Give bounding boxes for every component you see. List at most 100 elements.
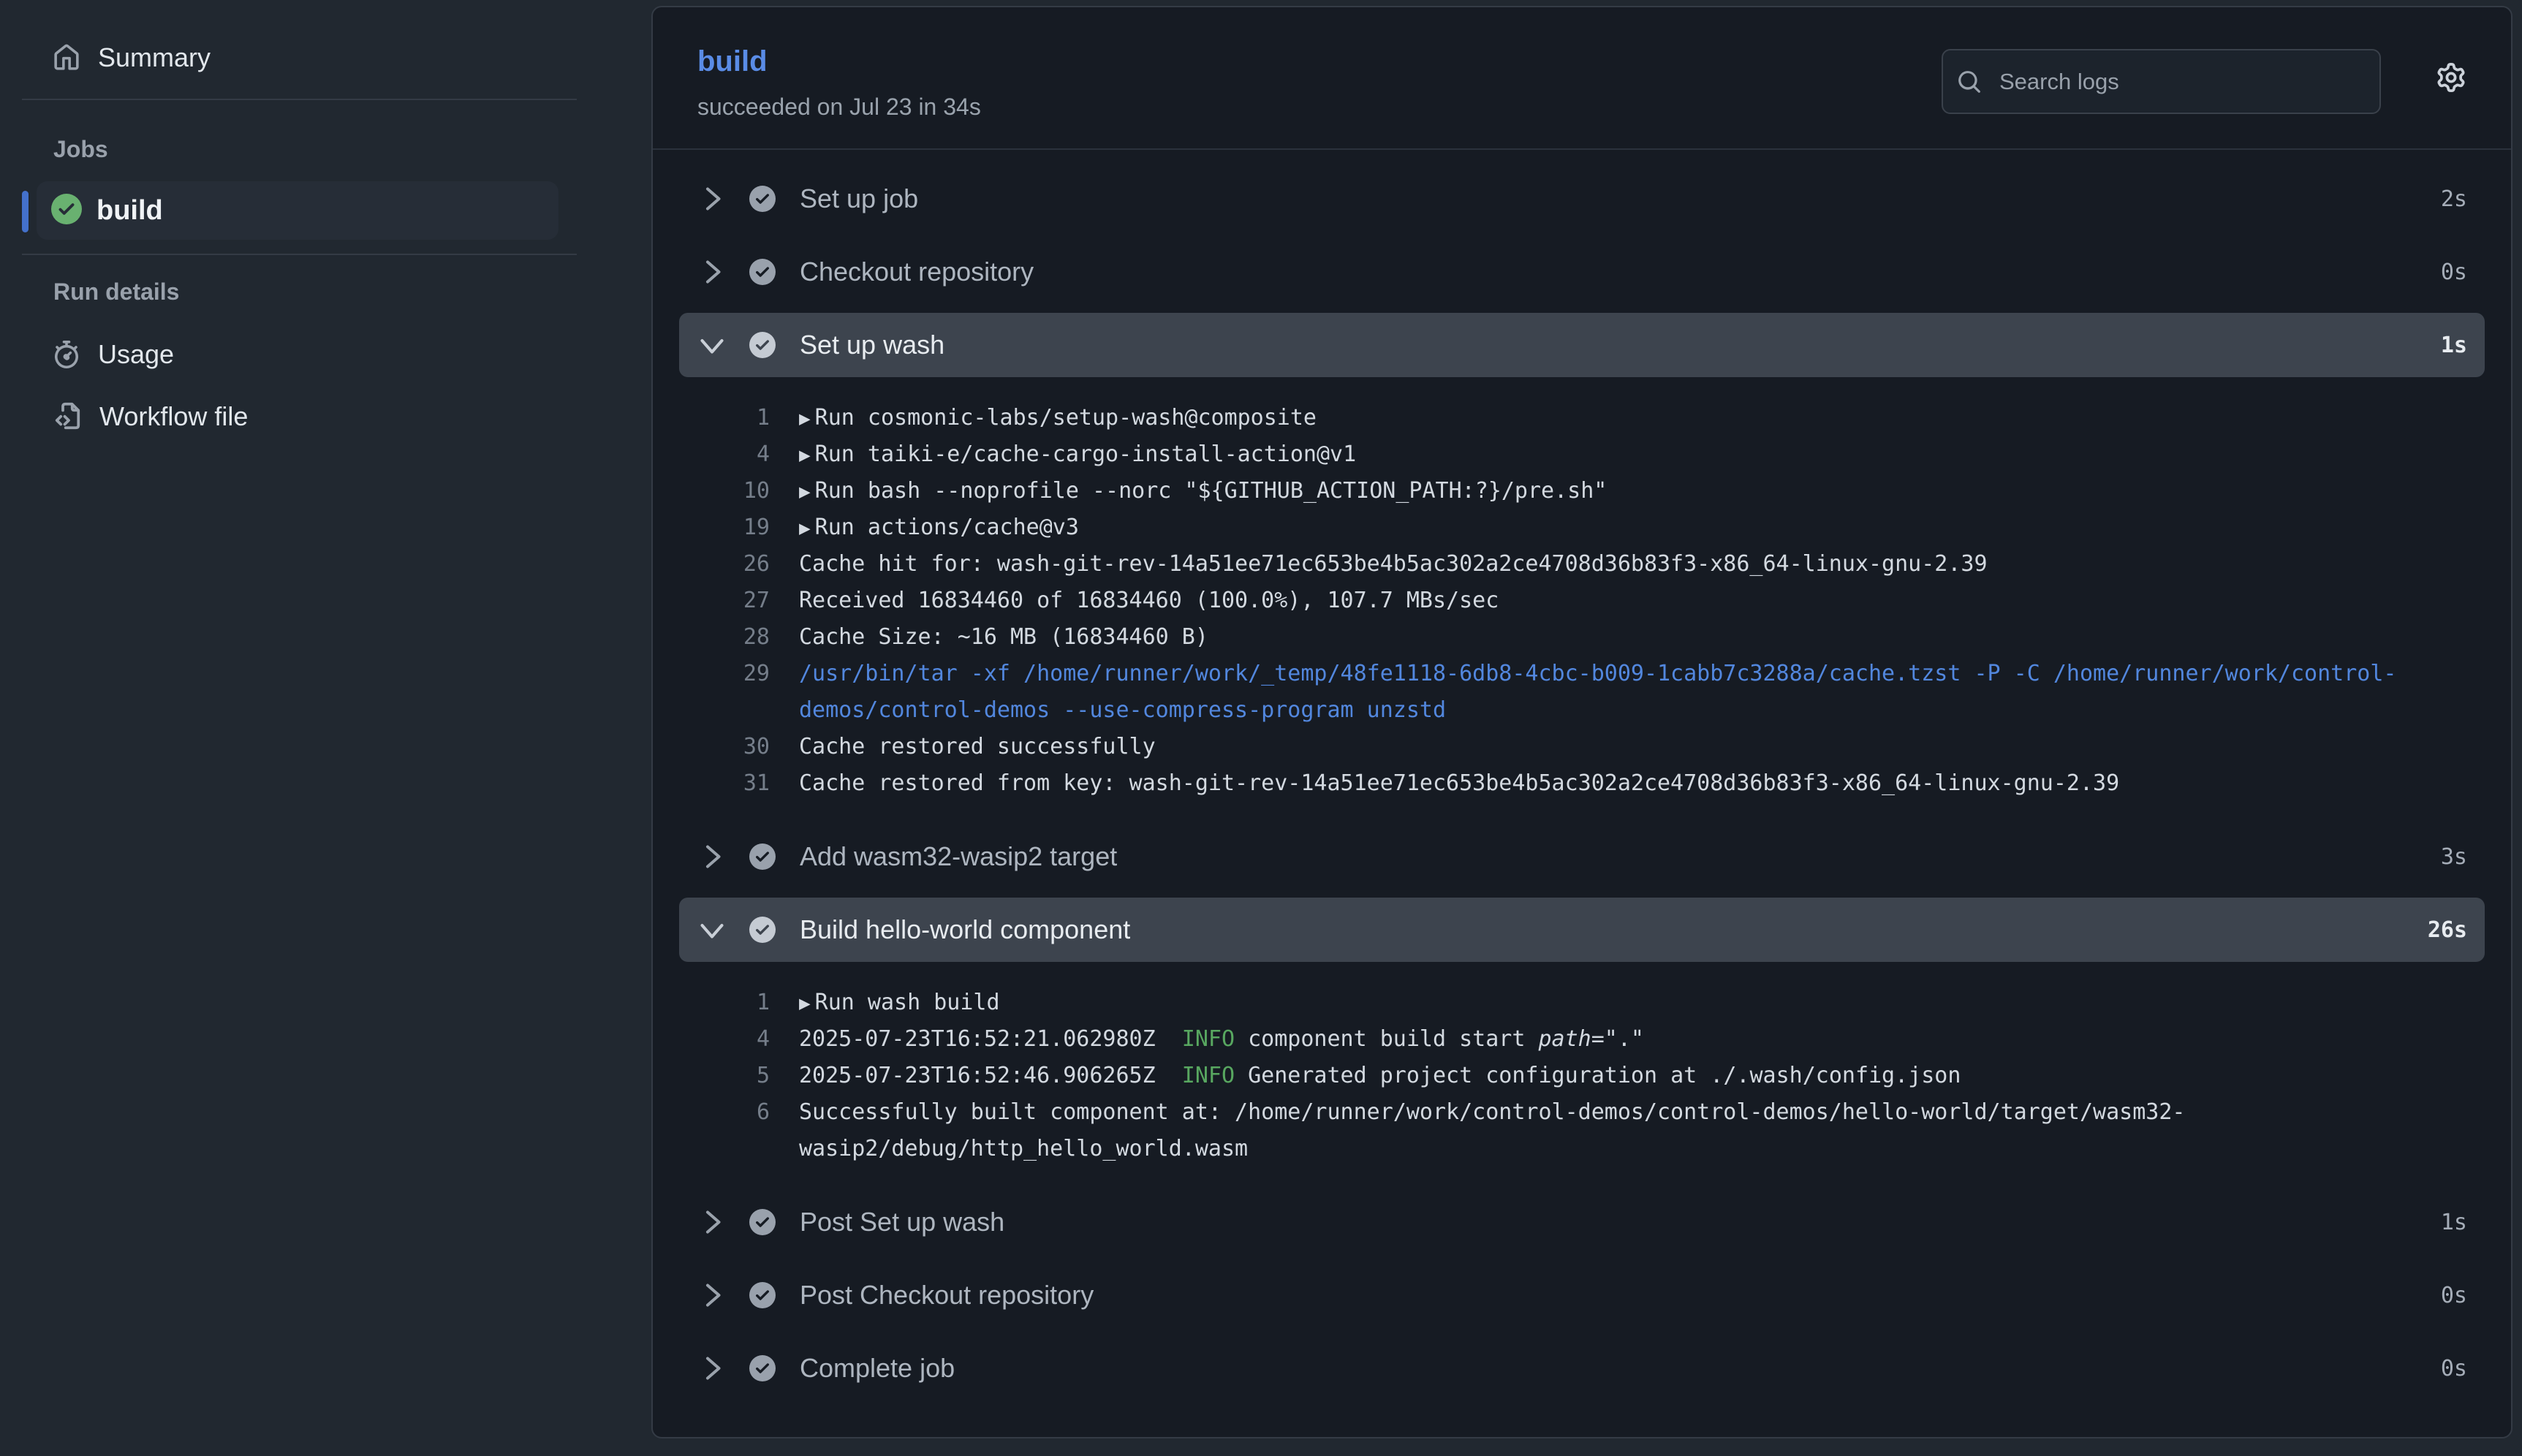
active-job-indicator	[22, 191, 29, 232]
chevron-down-icon[interactable]	[697, 330, 727, 360]
log-line-number[interactable]: 4	[679, 1021, 770, 1058]
log-segment-italic: path	[1538, 1026, 1591, 1052]
step-success-icon	[749, 332, 776, 358]
chevron-right-icon[interactable]	[697, 184, 727, 213]
chevron-right-icon[interactable]	[697, 842, 727, 871]
log-text: ▶Run wash build	[799, 985, 2407, 1021]
log-segment: Generated project configuration at ./.wa…	[1235, 1063, 1961, 1088]
sidebar-divider	[22, 254, 577, 255]
log-text: ▶Run bash --noprofile --norc "${GITHUB_A…	[799, 473, 2407, 509]
log-line-number[interactable]: 5	[679, 1058, 770, 1094]
chevron-right-icon[interactable]	[697, 1354, 727, 1383]
log-line-number[interactable]: 10	[679, 473, 770, 509]
log-text: Successfully built component at: /home/r…	[799, 1094, 2407, 1167]
log-line: 6 Successfully built component at: /home/…	[679, 1094, 2485, 1167]
stopwatch-icon	[53, 341, 80, 368]
steps-list: Set up job2s Checkout repository 0s Set up …	[653, 150, 2511, 1438]
step-row-post-checkout-repository[interactable]: Post Checkout repository0s	[679, 1263, 2485, 1327]
log-line: 31Cache restored from key: wash-git-rev-…	[679, 765, 2485, 802]
log-segment: 2025-07-23T16:52:21.062980Z	[799, 1026, 1182, 1052]
log-line: 1 ▶Run wash build	[679, 985, 2485, 1021]
log-group-expand-icon[interactable]: ▶	[799, 444, 815, 466]
step-row-set-up-job[interactable]: Set up job2s	[679, 167, 2485, 231]
log-line: 28 Cache Size: ~16 MB (16834460 B)	[679, 619, 2485, 656]
sidebar-item-label: Usage	[98, 339, 174, 370]
sidebar-item-workflow-file[interactable]: Workflow file	[53, 393, 248, 441]
log-line-number[interactable]: 6	[679, 1094, 770, 1131]
log-segment-info: INFO	[1182, 1026, 1235, 1052]
search-logs-input[interactable]	[1998, 68, 2360, 96]
step-row-complete-job[interactable]: Complete job0s	[679, 1336, 2485, 1400]
sidebar-item-label: Summary	[98, 42, 211, 73]
sidebar-item-summary[interactable]: Summary	[53, 34, 211, 82]
log-line: 10 ▶Run bash --noprofile --norc "${GITHUB…	[679, 473, 2485, 509]
log-line-number[interactable]: 29	[679, 656, 770, 692]
log-line-number[interactable]: 4	[679, 436, 770, 473]
step-duration: 0s	[2441, 259, 2467, 285]
step-name: Post Set up wash	[800, 1207, 1004, 1237]
log-text: Cache hit for: wash-git-rev-14a51ee71ec6…	[799, 546, 2407, 583]
log-line: 27Received 16834460 of 16834460 (100.0%)…	[679, 583, 2485, 619]
log-line: 42025-07-23T16:52:21.062980Z INFO compon…	[679, 1021, 2485, 1058]
log-settings-button[interactable]	[2436, 63, 2466, 92]
home-icon	[53, 44, 80, 72]
log-line: 19▶Run actions/cache@v3	[679, 509, 2485, 546]
step-success-icon	[749, 843, 776, 870]
log-line-number[interactable]: 1	[679, 400, 770, 436]
log-line-number[interactable]: 1	[679, 985, 770, 1021]
job-status-line: succeeded on Jul 23 in 34s	[697, 94, 981, 121]
sidebar-divider	[22, 99, 577, 100]
log-line-number[interactable]: 31	[679, 765, 770, 802]
sidebar-item-label: Workflow file	[99, 401, 248, 432]
jobs-section-header: Jobs	[53, 136, 108, 163]
log-text: ▶Run taiki-e/cache-cargo-install-action@…	[799, 436, 2407, 473]
chevron-right-icon[interactable]	[697, 257, 727, 287]
log-segment-info: INFO	[1182, 1063, 1235, 1088]
step-duration: 3s	[2441, 844, 2467, 870]
job-name: build	[96, 195, 163, 227]
log-line-number[interactable]: 19	[679, 509, 770, 546]
step-row-checkout-repository[interactable]: Checkout repository 0s	[679, 240, 2485, 304]
log-text: /usr/bin/tar -xf /home/runner/work/_temp…	[799, 656, 2407, 729]
step-row-post-set-up-wash[interactable]: Post Set up wash 1s	[679, 1190, 2485, 1254]
step-row-set-up-wash[interactable]: Set up wash1s	[679, 313, 2485, 377]
step-name: Checkout repository	[800, 257, 1034, 287]
chevron-right-icon[interactable]	[697, 1281, 727, 1310]
log-line-number[interactable]: 27	[679, 583, 770, 619]
sidebar-job-build[interactable]: build	[37, 181, 558, 240]
log-text: 2025-07-23T16:52:46.906265Z INFO Generat…	[799, 1058, 2407, 1094]
log-group-expand-icon[interactable]: ▶	[799, 517, 815, 539]
log-line-number[interactable]: 26	[679, 546, 770, 583]
step-duration: 2s	[2441, 186, 2467, 212]
workflow-run-page: { "colors": { "page_bg": "#212830", "pan…	[0, 0, 2522, 1456]
sidebar-item-usage[interactable]: Usage	[53, 330, 174, 379]
log-panel: build succeeded on Jul 23 in 34s Set up …	[651, 6, 2512, 1438]
search-logs-box[interactable]	[1942, 49, 2381, 114]
step-duration: 0s	[2441, 1283, 2467, 1308]
log-group-expand-icon[interactable]: ▶	[799, 408, 815, 430]
step-success-icon	[749, 259, 776, 285]
step-name: Build hello-world component	[800, 914, 1130, 945]
chevron-down-icon[interactable]	[697, 915, 727, 944]
log-line-number[interactable]: 28	[679, 619, 770, 656]
log-text: ▶Run cosmonic-labs/setup-wash@composite	[799, 400, 2407, 436]
chevron-right-icon[interactable]	[697, 1207, 727, 1237]
log-group-expand-icon[interactable]: ▶	[799, 993, 815, 1015]
job-title-link[interactable]: build	[697, 45, 768, 78]
step-success-icon	[749, 1355, 776, 1381]
log-line-number[interactable]: 30	[679, 729, 770, 765]
gear-icon	[2436, 63, 2466, 92]
step-success-icon	[749, 1209, 776, 1235]
log-text: Cache Size: ~16 MB (16834460 B)	[799, 619, 2407, 656]
step-duration: 0s	[2441, 1356, 2467, 1381]
log-line: 26 Cache hit for: wash-git-rev-14a51ee71e…	[679, 546, 2485, 583]
step-duration: 1s	[2441, 333, 2467, 358]
log-line: 4 ▶Run taiki-e/cache-cargo-install-action…	[679, 436, 2485, 473]
log-group-expand-icon[interactable]: ▶	[799, 481, 815, 503]
step-name: Add wasm32-wasip2 target	[800, 841, 1117, 872]
job-success-icon	[51, 194, 82, 228]
search-icon	[1957, 69, 1982, 94]
step-row-build-hello-world-component[interactable]: Build hello-world component26s	[679, 898, 2485, 962]
step-row-add-wasm32-wasip2-target[interactable]: Add wasm32-wasip2 target 3s	[679, 824, 2485, 889]
step-duration: 1s	[2441, 1210, 2467, 1235]
